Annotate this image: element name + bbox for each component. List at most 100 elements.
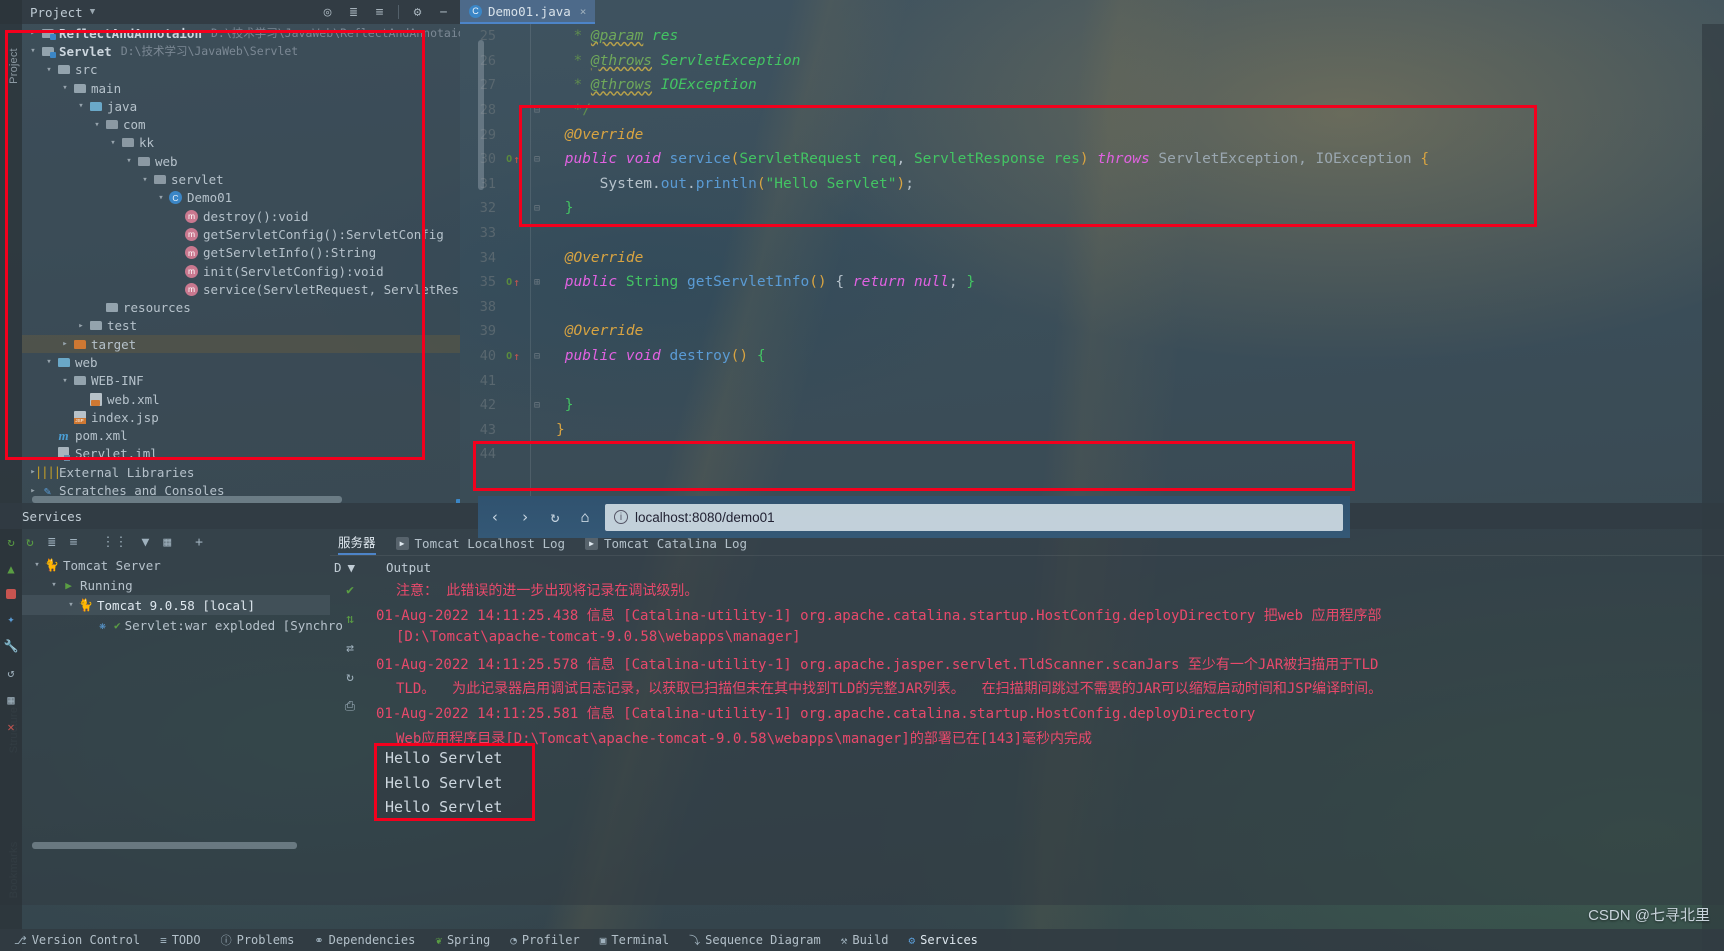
statusbar-item-build[interactable]: ⚒ Build bbox=[831, 933, 899, 947]
chevron-down-icon[interactable]: ▾ bbox=[90, 120, 104, 130]
code-line[interactable]: 28 ⊟ */ bbox=[460, 98, 1702, 123]
project-tree-item-test[interactable]: ▸ test bbox=[22, 317, 460, 335]
code-line[interactable]: 31 System.out.println("Hello Servlet"); bbox=[460, 172, 1702, 197]
browser-address-bar-overlay[interactable]: ‹ › ↻ ⌂ i localhost:8080/demo01 bbox=[478, 496, 1350, 538]
log-tab-2[interactable]: ▶ Tomcat Catalina Log bbox=[585, 536, 747, 555]
statusbar-item-spring[interactable]: ❦ Spring bbox=[425, 933, 500, 947]
rerun-icon[interactable]: ↻ bbox=[26, 535, 34, 550]
url-input[interactable]: i localhost:8080/demo01 bbox=[605, 503, 1343, 531]
project-tree-item-main[interactable]: ▾ main bbox=[22, 79, 460, 97]
code-line[interactable]: 34 @Override bbox=[460, 245, 1702, 270]
chevron-down-icon[interactable]: ▾ bbox=[122, 156, 136, 166]
project-horizontal-scrollbar[interactable] bbox=[32, 496, 342, 503]
scroll-icon[interactable]: ⇅ bbox=[346, 612, 354, 627]
code-line[interactable]: 29 @Override bbox=[460, 122, 1702, 147]
output-filter-dropdown[interactable]: D ▼ bbox=[330, 560, 376, 575]
layout-icon[interactable]: ▦ bbox=[7, 693, 14, 707]
settings-icon[interactable]: 🔧 bbox=[4, 639, 19, 653]
code-line[interactable]: 32 ⊟ } bbox=[460, 196, 1702, 221]
chevron-right-icon[interactable]: ▸ bbox=[26, 28, 40, 38]
statusbar-item-dependencies[interactable]: ⚭ Dependencies bbox=[304, 933, 425, 947]
editor-tab-demo01[interactable]: C Demo01.java × bbox=[460, 0, 596, 24]
chevron-right-icon[interactable]: ▸ bbox=[26, 486, 40, 496]
services-tree-item-running[interactable]: ▾ ▶ Running bbox=[22, 575, 330, 595]
chevron-down-icon[interactable]: ▾ bbox=[42, 357, 56, 367]
tomcat-server-tree[interactable]: ▾ 🐈 Tomcat Server ▾ ▶ Running ▾ 🐈 Tomcat 9.0.58 … bbox=[22, 555, 343, 635]
override-gutter-icon[interactable]: O ↑ bbox=[500, 153, 526, 166]
chevron-down-icon[interactable]: ▼ bbox=[90, 7, 95, 17]
code-line[interactable]: 40 O ↑ ⊟ public void destroy() { bbox=[460, 344, 1702, 369]
locate-icon[interactable]: ◎ bbox=[320, 5, 335, 20]
code-line[interactable]: 41 bbox=[460, 368, 1702, 393]
statusbar-item-sequence-diagram[interactable]: ⤵ Sequence Diagram bbox=[679, 932, 831, 948]
statusbar-item-services[interactable]: ⚙ Services bbox=[898, 933, 987, 947]
log-tab-0[interactable]: 服务器 bbox=[338, 532, 376, 555]
debug-icon[interactable]: ✦ bbox=[7, 612, 14, 626]
project-tree-item-init-servletconfig-void[interactable]: m init(ServletConfig):void bbox=[22, 262, 460, 280]
project-tree-item-reflectandannotaion[interactable]: ▸ ReflectAndAnnotaion D:\技术学习\JavaWeb\Refl… bbox=[22, 24, 460, 42]
project-tree-item-web-inf[interactable]: ▾ WEB-INF bbox=[22, 372, 460, 390]
project-tree-item-java[interactable]: ▾ java bbox=[22, 97, 460, 115]
project-tree-item-demo01[interactable]: ▾ C Demo01 bbox=[22, 189, 460, 207]
statusbar-item-version-control[interactable]: ⎇ Version Control bbox=[4, 933, 150, 947]
statusbar-item-problems[interactable]: ⓘ Problems bbox=[211, 932, 305, 948]
refresh-icon[interactable]: ↻ bbox=[346, 670, 354, 685]
chevron-down-icon[interactable]: ▾ bbox=[58, 376, 72, 386]
info-icon[interactable]: i bbox=[614, 510, 628, 524]
reload-icon[interactable]: ↻ bbox=[545, 508, 565, 526]
code-line[interactable]: 39 @Override bbox=[460, 319, 1702, 344]
print-icon[interactable]: ⎙ bbox=[345, 699, 355, 714]
run-icon[interactable]: ▲ bbox=[7, 562, 14, 576]
project-tree-item-servlet[interactable]: ▾ servlet bbox=[22, 170, 460, 188]
statusbar-item-profiler[interactable]: ◔ Profiler bbox=[500, 933, 589, 947]
project-tree-item-external-libraries[interactable]: ▸ |||| External Libraries bbox=[22, 463, 460, 481]
project-tree-item-pom-xml[interactable]: m pom.xml bbox=[22, 427, 460, 445]
override-gutter-icon[interactable]: O ↑ bbox=[500, 276, 526, 289]
project-tree-item-index-jsp[interactable]: index.jsp bbox=[22, 408, 460, 426]
chevron-down-icon[interactable]: ▾ bbox=[26, 46, 40, 56]
log-tab-1[interactable]: ▶ Tomcat Localhost Log bbox=[395, 536, 565, 555]
project-tree-item-servlet-iml[interactable]: Servlet.iml bbox=[22, 445, 460, 463]
project-tree-item-destroy-void[interactable]: m destroy():void bbox=[22, 207, 460, 225]
chart-icon[interactable]: ▦ bbox=[163, 535, 171, 550]
hide-icon[interactable]: − bbox=[436, 5, 451, 20]
project-tree[interactable]: ▸ ReflectAndAnnotaion D:\技术学习\JavaWeb\Refl… bbox=[22, 24, 460, 503]
add-icon[interactable]: + bbox=[195, 535, 203, 550]
expand-all-icon[interactable]: ≣ bbox=[48, 535, 56, 550]
project-tree-item-target[interactable]: ▸ target bbox=[22, 335, 460, 354]
statusbar-item-terminal[interactable]: ▣ Terminal bbox=[590, 933, 679, 947]
project-tree-item-web-xml[interactable]: web.xml bbox=[22, 390, 460, 408]
collapse-all-icon[interactable]: ≡ bbox=[372, 5, 387, 20]
project-tree-item-service-servletrequest-servletresp[interactable]: m service(ServletRequest, ServletResp bbox=[22, 280, 460, 298]
chevron-down-icon[interactable]: ▾ bbox=[64, 600, 78, 610]
close-icon[interactable]: × bbox=[580, 5, 587, 18]
project-tree-item-web[interactable]: ▾ web bbox=[22, 353, 460, 371]
home-icon[interactable]: ⌂ bbox=[575, 508, 595, 526]
group-icon[interactable]: ⋮⋮ bbox=[101, 535, 127, 550]
code-line[interactable]: 33 bbox=[460, 221, 1702, 246]
stop-icon[interactable] bbox=[6, 589, 16, 599]
services-tree-item-tomcat-server[interactable]: ▾ 🐈 Tomcat Server bbox=[22, 555, 330, 575]
expand-all-icon[interactable]: ≣ bbox=[346, 5, 361, 20]
project-tree-item-src[interactable]: ▾ src bbox=[22, 61, 460, 79]
services-horizontal-scrollbar[interactable] bbox=[32, 842, 297, 849]
up-down-icon[interactable]: ⇄ bbox=[346, 641, 354, 656]
chevron-down-icon[interactable]: ▾ bbox=[30, 560, 44, 570]
code-line[interactable]: 26 * @throws ServletException bbox=[460, 49, 1702, 74]
project-tree-item-kk[interactable]: ▾ kk bbox=[22, 134, 460, 152]
code-line[interactable]: 25 * @param res bbox=[460, 24, 1702, 49]
project-tree-item-servlet[interactable]: ▾ Servlet D:\技术学习\JavaWeb\Servlet bbox=[22, 42, 460, 60]
statusbar-item-todo[interactable]: ≡ TODO bbox=[150, 933, 211, 947]
chevron-right-icon[interactable]: ▸ bbox=[74, 321, 88, 331]
code-line[interactable]: 27 * @throws IOException bbox=[460, 73, 1702, 98]
code-line[interactable]: 42 ⊟ } bbox=[460, 393, 1702, 418]
code-line[interactable]: 44 bbox=[460, 442, 1702, 467]
chevron-down-icon[interactable]: ▾ bbox=[106, 138, 120, 148]
code-line[interactable]: 35 O ↑ ⊞ public String getServletInfo() { r… bbox=[460, 270, 1702, 295]
services-tree-item-servlet-war-exploded-synchro[interactable]: ❋ ✔ Servlet:war exploded [Synchro bbox=[22, 615, 343, 635]
project-tree-item-web[interactable]: ▾ web bbox=[22, 152, 460, 170]
code-editor[interactable]: 25 * @param res 26 * @throws ServletExcep… bbox=[460, 24, 1702, 503]
filter-icon[interactable]: ▼ bbox=[141, 535, 149, 550]
restart-icon[interactable]: ↺ bbox=[7, 666, 14, 680]
log-output-text[interactable]: 注意： 此错误的进一步出现将记录在调试级别。 01-Aug-2022 14:11:… bbox=[370, 579, 1724, 905]
